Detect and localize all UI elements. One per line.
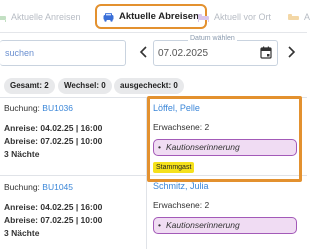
guest-name-link[interactable]: Löffel, Pelle: [153, 103, 200, 113]
more-icon[interactable]: A: [304, 12, 310, 22]
date-legend: Datum wählen: [188, 35, 237, 42]
tab-label: Aktuelle Anreisen: [11, 11, 81, 22]
calendar-icon[interactable]: [260, 46, 272, 59]
note-kautionserinnerung[interactable]: Kautionserinnerung: [153, 139, 297, 156]
date-field[interactable]: 07.02.2025: [153, 40, 278, 66]
booking-row-1: Buchung: BU1036: [4, 103, 73, 113]
booking-row-2: Buchung: BU1045: [4, 182, 73, 192]
date-picker: Datum wählen 07.02.2025: [132, 35, 302, 71]
chip-ausgecheckt[interactable]: ausgecheckt: 0: [114, 78, 184, 94]
tab-label: Aktuelle Abreisen: [119, 11, 199, 22]
car-icon: [103, 12, 114, 22]
search-input[interactable]: suchen: [0, 40, 126, 66]
adults-count: Erwachsene: 2: [153, 122, 210, 132]
booking-label: Buchung:: [4, 182, 40, 192]
departure-text: Abreise: 07.02.25 | 10:00: [4, 136, 103, 146]
chip-gesamt[interactable]: Gesamt: 2: [4, 78, 55, 94]
search-placeholder: suchen: [5, 48, 35, 58]
bed-icon: [0, 15, 6, 22]
tab-bar: Aktuelle Anreisen Aktuelle Abreisen Aktu…: [0, 0, 310, 33]
chevron-right-icon[interactable]: [285, 44, 297, 60]
nights-text: 3 Nächte: [4, 149, 40, 159]
tab-aktuell-vor-ort[interactable]: Aktuell vor Ort A: [197, 0, 310, 33]
arrival-text: Anreise: 04.02.25 | 16:00: [4, 202, 103, 212]
guest-name-link[interactable]: Schmitz, Julia: [153, 181, 209, 191]
note-kautionserinnerung[interactable]: Kautionserinnerung: [153, 217, 297, 234]
tab-label: Aktuell vor Ort: [214, 11, 272, 22]
status-badge: Stammgast: [153, 162, 195, 173]
date-value: 07.02.2025: [158, 48, 209, 59]
departure-text: Abreise: 07.02.25 | 10:00: [4, 215, 103, 225]
nights-text: 3 Nächte: [4, 228, 40, 238]
booking-id-link[interactable]: BU1045: [42, 182, 73, 192]
summary-chips: Gesamt: 2 Wechsel: 0 ausgecheckt: 0: [0, 78, 307, 94]
booking-label: Buchung:: [4, 103, 40, 113]
adults-count: Erwachsene: 2: [153, 200, 210, 210]
bed-icon: [198, 13, 209, 22]
tab-aktuelle-anreisen[interactable]: Aktuelle Anreisen: [0, 0, 81, 33]
booking-id-link[interactable]: BU1036: [42, 103, 73, 113]
bed-icon: [288, 13, 300, 20]
tab-aktuelle-abreisen[interactable]: Aktuelle Abreisen: [95, 4, 207, 29]
arrival-text: Anreise: 04.02.25 | 16:00: [4, 123, 103, 133]
chevron-left-icon[interactable]: [138, 44, 150, 60]
chip-wechsel[interactable]: Wechsel: 0: [58, 78, 112, 94]
